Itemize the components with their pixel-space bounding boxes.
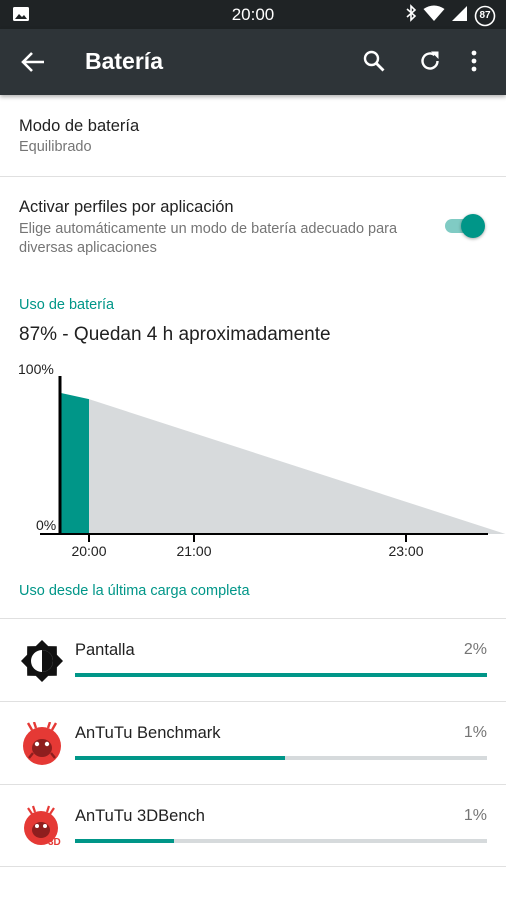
battery-usage-header: Uso de batería bbox=[19, 297, 115, 313]
refresh-icon[interactable] bbox=[418, 49, 442, 78]
app-profiles-preference: Activar perfiles por aplicación Elige au… bbox=[0, 177, 506, 273]
chart-measured-area bbox=[61, 392, 89, 534]
usage-bar bbox=[75, 756, 487, 760]
toggle-thumb bbox=[461, 214, 485, 238]
status-bar: 20:00 87 bbox=[0, 0, 506, 29]
cell-signal-icon bbox=[451, 5, 468, 27]
chart-projected-area bbox=[89, 399, 506, 534]
usage-item-name: Pantalla bbox=[75, 641, 135, 659]
divider bbox=[0, 866, 506, 867]
y-tick-label-min: 0% bbox=[36, 517, 56, 533]
search-icon[interactable] bbox=[362, 49, 386, 78]
more-options-icon[interactable] bbox=[470, 49, 478, 78]
brightness-icon bbox=[20, 639, 64, 683]
usage-bar-fill bbox=[75, 673, 487, 677]
usage-item-percent: 2% bbox=[463, 641, 487, 658]
usage-since-charge-header: Uso desde la última carga completa bbox=[19, 583, 250, 599]
usage-row-pantalla[interactable]: Pantalla 2% bbox=[0, 619, 506, 701]
bluetooth-icon bbox=[405, 4, 417, 27]
app-profiles-toggle[interactable] bbox=[443, 214, 485, 238]
app-profiles-description: Elige automáticamente un modo de batería… bbox=[19, 221, 398, 256]
usage-item-percent: 1% bbox=[463, 724, 487, 741]
battery-history-chart: 100% 0% 20:00 21:00 23:00 bbox=[18, 361, 506, 559]
battery-mode-value: Equilibrado bbox=[19, 139, 92, 155]
x-tick-label: 20:00 bbox=[71, 543, 106, 559]
usage-bar bbox=[75, 673, 487, 677]
x-tick-label: 21:00 bbox=[176, 543, 211, 559]
wifi-icon bbox=[423, 5, 445, 27]
icon-badge-3d: 3D bbox=[48, 837, 61, 848]
battery-mode-title: Modo de batería bbox=[19, 117, 140, 135]
app-profiles-title: Activar perfiles por aplicación bbox=[19, 198, 234, 216]
y-tick-label-max: 100% bbox=[18, 361, 54, 377]
page-title: Batería bbox=[85, 48, 163, 74]
battery-level-icon: 87 bbox=[474, 5, 496, 27]
usage-bar bbox=[75, 839, 487, 843]
antutu-icon bbox=[20, 721, 64, 766]
usage-bar-fill bbox=[75, 839, 174, 843]
usage-row-antutu-3dbench[interactable]: 3D AnTuTu 3DBench 1% bbox=[0, 785, 506, 867]
battery-mode-preference[interactable]: Modo de batería Equilibrado bbox=[0, 96, 506, 176]
usage-row-antutu-benchmark[interactable]: AnTuTu Benchmark 1% bbox=[0, 702, 506, 784]
usage-item-percent: 1% bbox=[463, 807, 487, 824]
x-tick-label: 23:00 bbox=[388, 543, 423, 559]
antutu-3dbench-icon: 3D bbox=[20, 805, 64, 849]
battery-status: 87% - Quedan 4 h aproximadamente bbox=[19, 324, 331, 345]
usage-item-name: AnTuTu Benchmark bbox=[75, 724, 221, 742]
usage-bar-fill bbox=[75, 756, 286, 760]
app-bar: Batería bbox=[0, 29, 506, 95]
back-arrow-icon[interactable] bbox=[20, 50, 46, 74]
battery-level-text: 87 bbox=[479, 9, 491, 21]
usage-item-name: AnTuTu 3DBench bbox=[75, 807, 205, 825]
